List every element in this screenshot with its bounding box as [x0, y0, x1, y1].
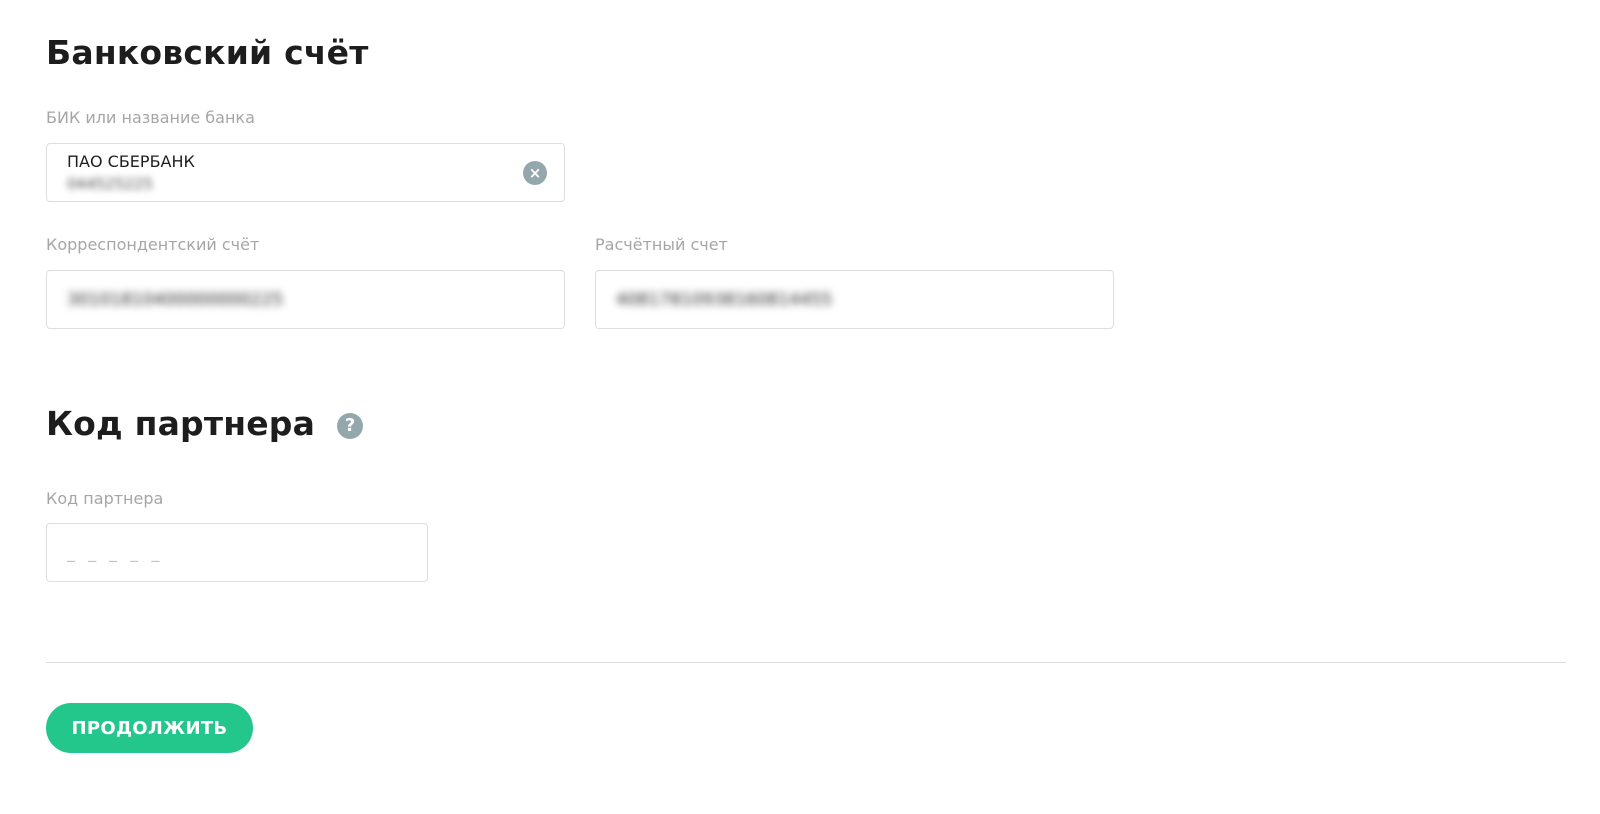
- partner-code-input[interactable]: [67, 524, 407, 581]
- bik-value: 044525225: [67, 175, 153, 193]
- bank-details-form: Банковский счёт БИК или название банка П…: [0, 0, 1600, 814]
- partner-code-title: Код партнера: [46, 404, 316, 443]
- corr-account-label: Корреспондентский счёт: [46, 235, 260, 254]
- question-circle-icon[interactable]: ?: [337, 412, 364, 439]
- settlement-account-label: Расчётный счет: [595, 235, 728, 254]
- settlement-account-input[interactable]: [616, 271, 1093, 328]
- partner-code-label: Код партнера: [46, 489, 164, 508]
- corr-account-input[interactable]: [67, 271, 544, 328]
- close-circle-icon[interactable]: ×: [523, 161, 547, 185]
- partner-title-row: Код партнера ?: [46, 404, 364, 443]
- divider: [46, 662, 1566, 663]
- bik-field-label: БИК или название банка: [46, 108, 255, 127]
- bank-name-value: ПАО СБЕРБАНК: [67, 152, 195, 171]
- continue-button[interactable]: ПРОДОЛЖИТЬ: [46, 703, 253, 753]
- corr-account-field[interactable]: [46, 270, 565, 329]
- bik-field[interactable]: ПАО СБЕРБАНК 044525225 ×: [46, 143, 565, 202]
- partner-code-field[interactable]: [46, 523, 428, 582]
- settlement-account-field[interactable]: [595, 270, 1114, 329]
- bank-account-title: Банковский счёт: [46, 33, 369, 72]
